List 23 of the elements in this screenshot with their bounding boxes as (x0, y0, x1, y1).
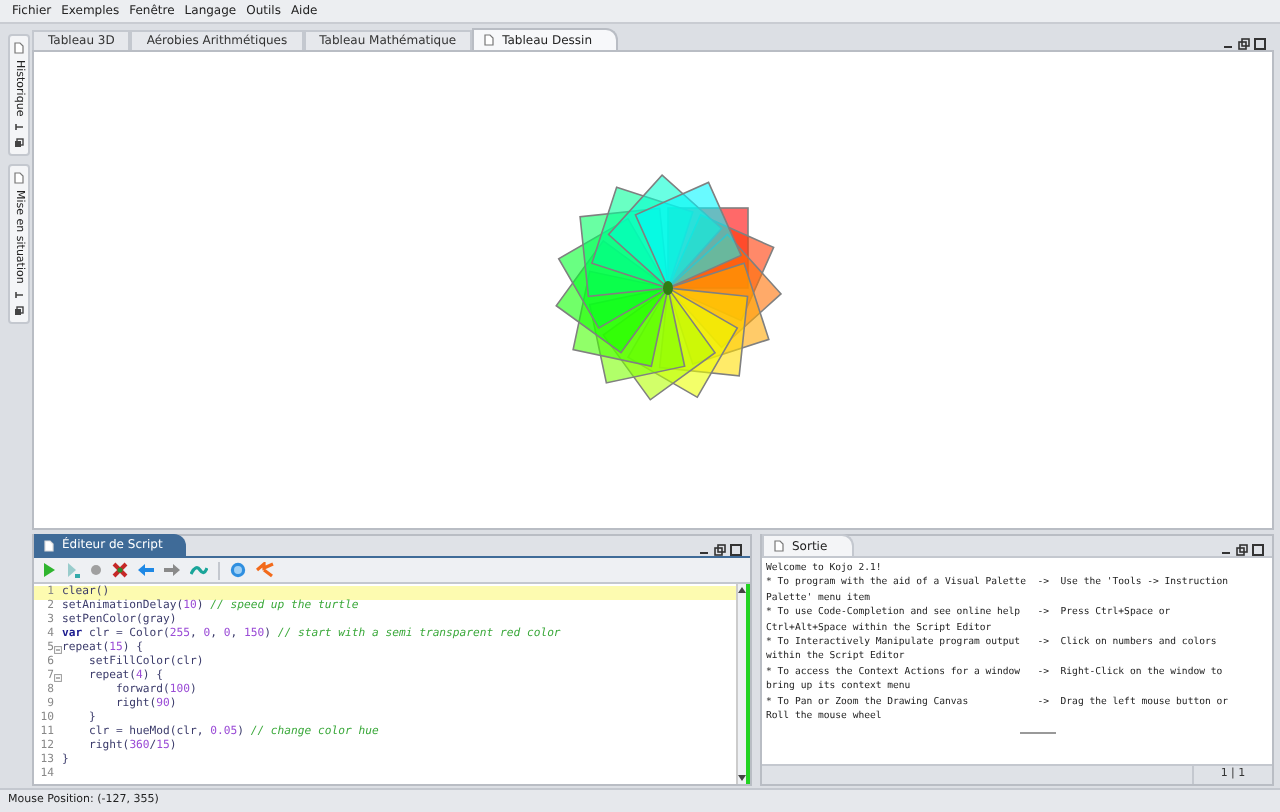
document-icon (774, 540, 784, 552)
document-icon (44, 539, 54, 551)
back-arrow-icon[interactable] (138, 564, 154, 576)
document-icon (14, 42, 24, 54)
maximize-icon[interactable] (1252, 544, 1264, 556)
clear-icon[interactable] (112, 562, 128, 578)
trace-icon[interactable] (190, 563, 208, 577)
forward-arrow-icon[interactable] (164, 564, 180, 576)
restore-icon[interactable] (1238, 38, 1250, 50)
restore-icon[interactable] (714, 544, 726, 556)
scrollbar[interactable] (736, 584, 746, 784)
pin-icon[interactable] (14, 122, 24, 133)
maximize-icon[interactable] (1254, 38, 1266, 50)
restore-icon[interactable] (14, 306, 24, 317)
scroll-down-icon[interactable] (738, 774, 746, 782)
maximize-icon[interactable] (730, 544, 742, 556)
fold-icon[interactable] (54, 673, 62, 681)
restore-icon[interactable] (1236, 544, 1248, 556)
document-icon (14, 172, 24, 185)
restore-icon[interactable] (14, 138, 24, 149)
document-icon (484, 34, 495, 46)
pin-icon[interactable] (14, 290, 24, 301)
fold-icon[interactable] (54, 645, 62, 653)
